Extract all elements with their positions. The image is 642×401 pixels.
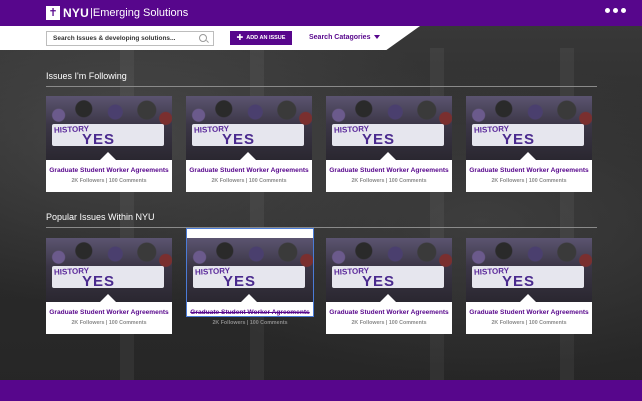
issue-card[interactable]: HISTORY YES Graduate Student Worker Agre… (326, 96, 452, 192)
categories-label: Search Catagories (309, 34, 371, 41)
sign-text: YES (222, 131, 256, 148)
more-options-icon[interactable] (605, 8, 626, 13)
search-placeholder: Search Issues & developing solutions... (53, 35, 176, 42)
sign-text: YES (82, 273, 116, 290)
card-pointer (100, 294, 116, 302)
card-pointer (380, 152, 396, 160)
card-pointer (241, 294, 257, 302)
torch-icon: ✝ (48, 7, 58, 19)
section-title-following: Issues I'm Following (46, 71, 127, 81)
card-title[interactable]: Graduate Student Worker Agreements (326, 167, 452, 175)
card-pointer (380, 294, 396, 302)
card-title[interactable]: Graduate Student Worker Agreements (46, 167, 172, 175)
footer-bar (0, 380, 642, 401)
card-meta: 2K Followers | 100 Comments (211, 178, 287, 184)
card-title[interactable]: Graduate Student Worker Agreements (466, 309, 592, 317)
card-meta: 2K Followers | 100 Comments (71, 178, 147, 184)
sign-text: YES (223, 273, 257, 290)
card-pointer (240, 152, 256, 160)
issue-card[interactable]: HISTORY YES Graduate Student Worker Agre… (46, 96, 172, 192)
card-pointer (520, 152, 536, 160)
issue-card-selected[interactable]: HISTORY YES Graduate Student Worker Agre… (186, 228, 314, 317)
card-meta: 2K Followers | 100 Comments (491, 178, 567, 184)
issue-photo: HISTORY YES (326, 96, 452, 160)
app-title: |Emerging Solutions (90, 7, 189, 19)
search-categories-dropdown[interactable]: Search Catagories (309, 33, 381, 43)
nyu-torch-logo[interactable]: ✝ (46, 6, 60, 20)
issue-card[interactable]: HISTORY YES Graduate Student Worker Agre… (46, 238, 172, 334)
card-title[interactable]: Graduate Student Worker Agreements (186, 167, 312, 175)
plus-icon: ✚ (236, 33, 244, 42)
issue-card[interactable]: HISTORY YES Graduate Student Worker Agre… (466, 238, 592, 334)
issue-card[interactable]: HISTORY YES Graduate Student Worker Agre… (186, 96, 312, 192)
section-title-popular: Popular Issues Within NYU (46, 212, 155, 222)
card-title[interactable]: Graduate Student Worker Agreements (46, 309, 172, 317)
issue-photo: HISTORY YES (466, 96, 592, 160)
issue-photo: HISTORY YES (187, 238, 313, 302)
card-title[interactable]: Graduate Student Worker Agreements (326, 309, 452, 317)
card-title[interactable]: Graduate Student Worker Agreements (466, 167, 592, 175)
sign-text: YES (362, 273, 396, 290)
card-meta: 2K Followers | 100 Comments (351, 320, 427, 326)
card-meta: 2K Followers | 100 Comments (491, 320, 567, 326)
card-meta: 2K Followers | 100 Comments (71, 320, 147, 326)
chevron-down-icon (374, 35, 381, 40)
issue-photo: HISTORY YES (326, 238, 452, 302)
issue-photo: HISTORY YES (46, 96, 172, 160)
card-meta: 2K Followers | 100 Comments (351, 178, 427, 184)
search-icon[interactable] (199, 34, 207, 42)
app-frame: ✝ NYU |Emerging Solutions Search Issues … (0, 0, 642, 401)
issue-photo: HISTORY YES (466, 238, 592, 302)
add-issue-label: ADD AN ISSUE (246, 35, 286, 41)
issue-card[interactable]: HISTORY YES Graduate Student Worker Agre… (466, 96, 592, 192)
issue-photo: HISTORY YES (46, 238, 172, 302)
section-divider (46, 86, 597, 87)
card-pointer (520, 294, 536, 302)
issue-photo: HISTORY YES (186, 96, 312, 160)
sign-text: YES (82, 131, 116, 148)
sign-text: YES (502, 131, 536, 148)
search-input[interactable]: Search Issues & developing solutions... (46, 31, 214, 46)
top-nav-bar: ✝ NYU |Emerging Solutions (0, 0, 642, 26)
sign-text: YES (502, 273, 536, 290)
add-issue-button[interactable]: ✚ ADD AN ISSUE (230, 31, 292, 45)
sign-text: YES (362, 131, 396, 148)
card-meta: 2K Followers | 100 Comments (212, 320, 288, 326)
card-pointer (100, 152, 116, 160)
issue-card[interactable]: HISTORY YES Graduate Student Worker Agre… (326, 238, 452, 334)
section-divider (46, 227, 597, 228)
brand-name[interactable]: NYU (63, 6, 89, 20)
card-title[interactable]: Graduate Student Worker Agreements (187, 309, 313, 317)
